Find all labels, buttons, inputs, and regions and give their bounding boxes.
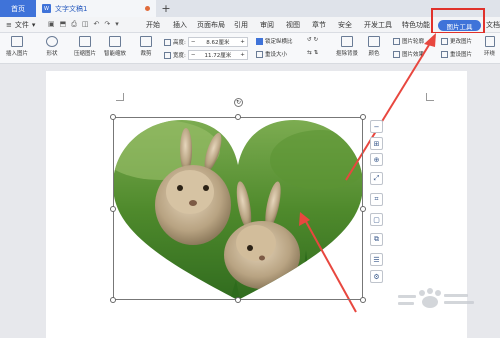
selection-frame [113,117,363,300]
zoom-icon[interactable]: ⊕ [370,153,383,166]
cutout-tool-icon[interactable]: ⤢ [370,172,383,185]
layout-icon[interactable]: ⊞ [370,137,383,150]
resize-handle-bottom[interactable] [235,297,241,303]
crop-tool-icon[interactable]: ⌗ [370,193,383,206]
resize-handle-bottom-left[interactable] [110,297,116,303]
copy-icon[interactable]: ⧉ [370,233,383,246]
outline-tool-icon[interactable]: ▢ [370,213,383,226]
settings-icon[interactable]: ⚙ [370,270,383,283]
resize-handle-bottom-right[interactable] [360,297,366,303]
rotate-handle-icon[interactable]: ↻ [234,98,243,107]
resize-handle-top-left[interactable] [110,114,116,120]
text-wrap-icon[interactable]: ☰ [370,253,383,266]
resize-handle-top[interactable] [235,114,241,120]
resize-handle-top-right[interactable] [360,114,366,120]
resize-handle-right[interactable] [360,206,366,212]
resize-handle-left[interactable] [110,206,116,212]
collapse-icon[interactable]: − [370,120,383,133]
watermark-logo [398,288,474,308]
